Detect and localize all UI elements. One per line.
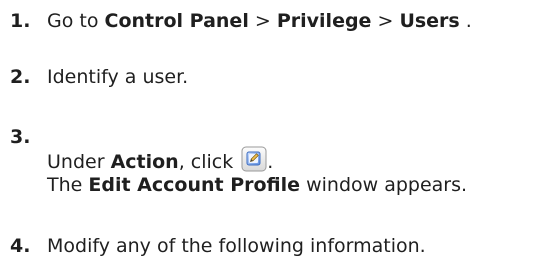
step-number: 3. [10, 126, 31, 148]
step-text-prefix: Go to [47, 10, 105, 32]
edit-icon [241, 146, 267, 172]
step-number: 2. [10, 66, 31, 88]
step-text-suffix: . [459, 10, 472, 32]
step-text-suffix: . [267, 151, 274, 173]
step-text: Identify a user. [47, 66, 189, 88]
users-label: Users [399, 10, 460, 32]
step-text: Go to Control Panel > Privilege > Users … [47, 10, 472, 32]
step-text-prefix: Under [47, 151, 111, 173]
step-number: 1. [10, 10, 31, 32]
step-text-line-2: The Edit Account Profile window appears. [47, 174, 467, 196]
privilege-label: Privilege [276, 10, 372, 32]
breadcrumb-separator: > [248, 10, 277, 32]
step-number: 4. [10, 235, 31, 257]
step-text-line-1: Under Action, click . [47, 146, 273, 173]
breadcrumb-separator: > [371, 10, 400, 32]
action-label: Action [110, 151, 179, 173]
step-text-suffix: window appears. [300, 174, 468, 196]
step-text-mid: , click [178, 151, 240, 173]
edit-account-profile-label: Edit Account Profile [88, 174, 301, 196]
step-text: Modify any of the following information. [47, 235, 426, 257]
step-text-prefix: The [47, 174, 89, 196]
control-panel-label: Control Panel [104, 10, 249, 32]
